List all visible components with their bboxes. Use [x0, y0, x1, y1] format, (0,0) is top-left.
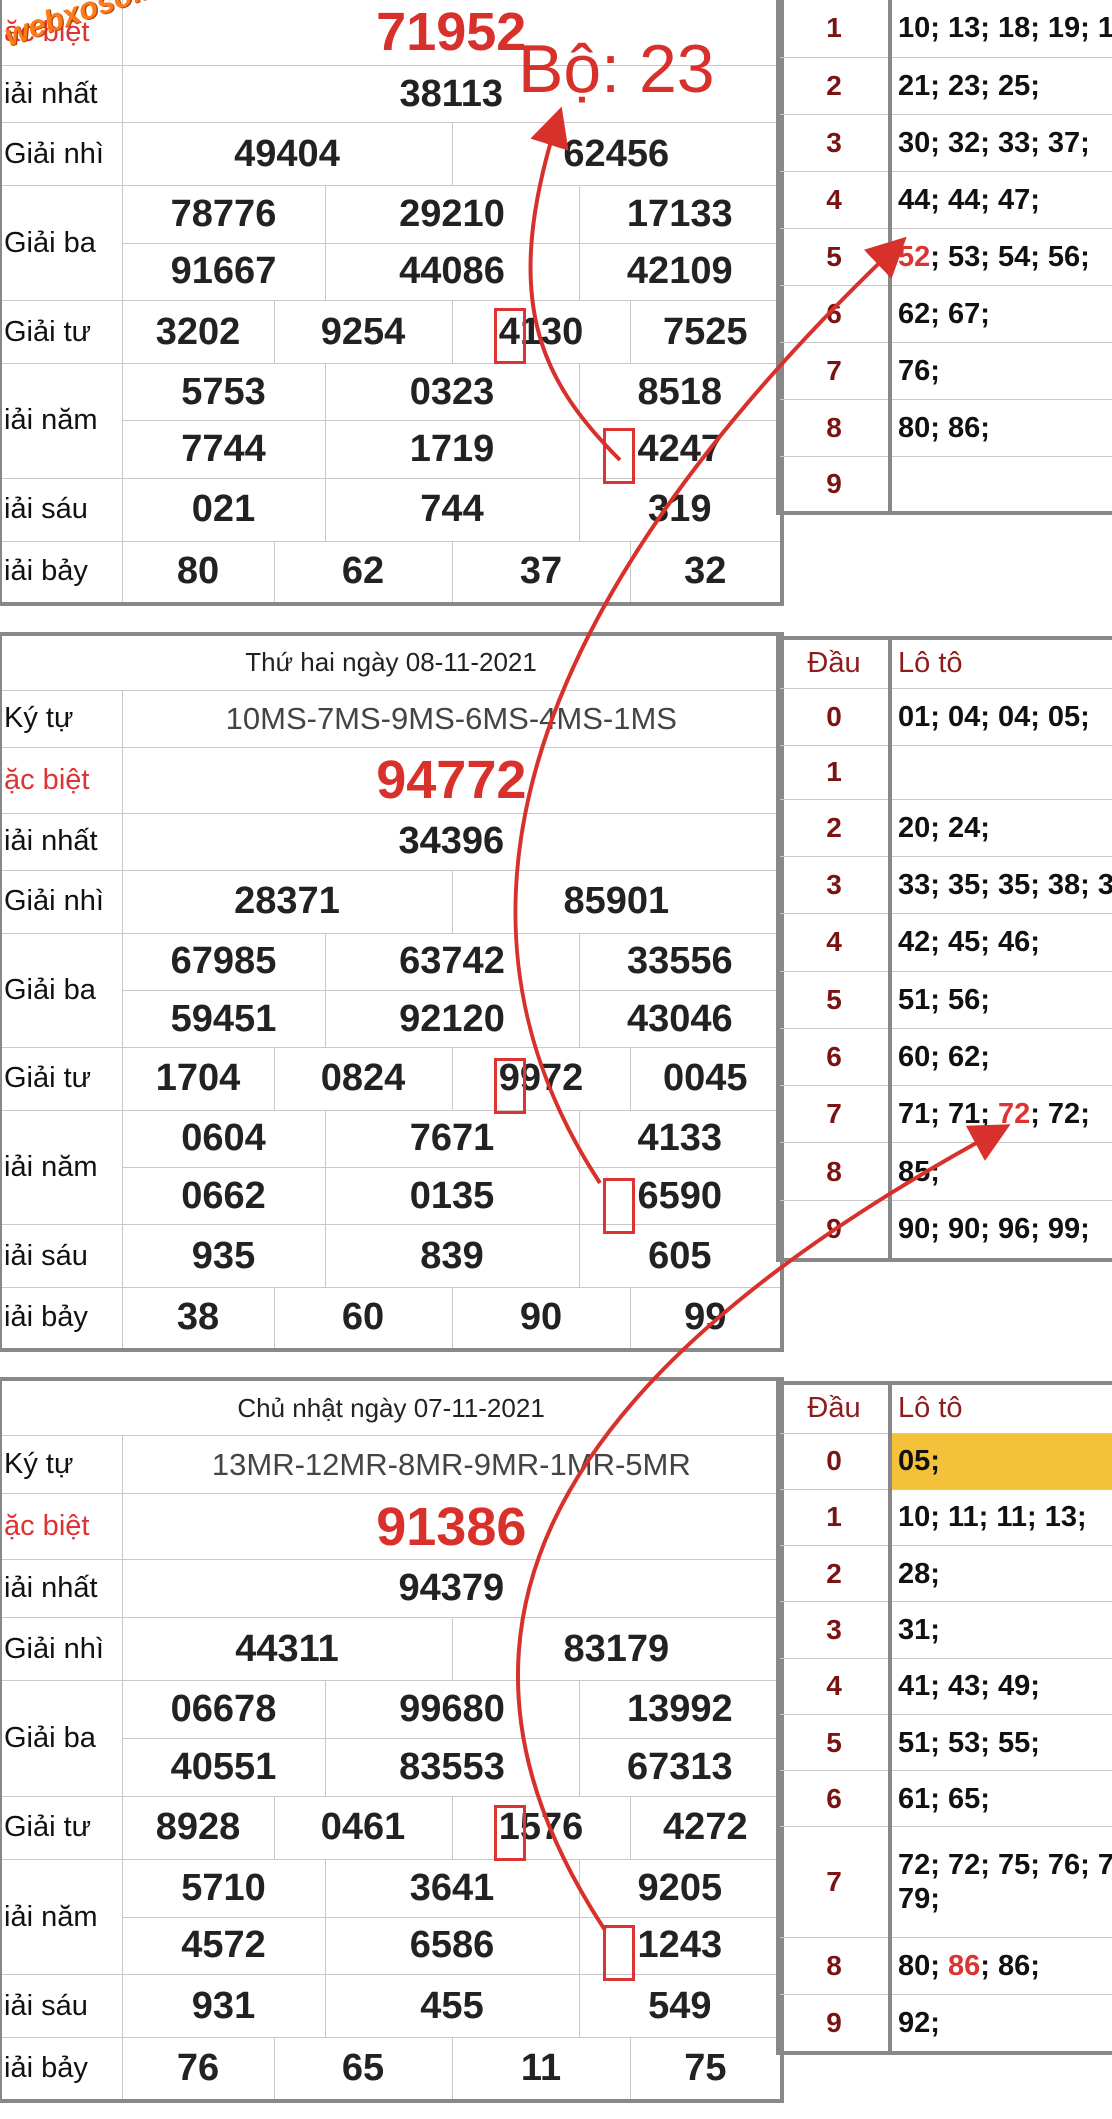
lottery-results-page: ặc biệt 71952 iải nhất 38113 Giải nhì 49404… — [0, 0, 1112, 2119]
arrow-to-bo — [528, 106, 622, 462]
arrow-to-top-lotto — [513, 236, 907, 1185]
annotation-arrows — [513, 106, 1011, 1932]
set-annotation: Bộ: 23 — [518, 31, 715, 107]
arrow-to-mid-lotto — [515, 1124, 1011, 1932]
